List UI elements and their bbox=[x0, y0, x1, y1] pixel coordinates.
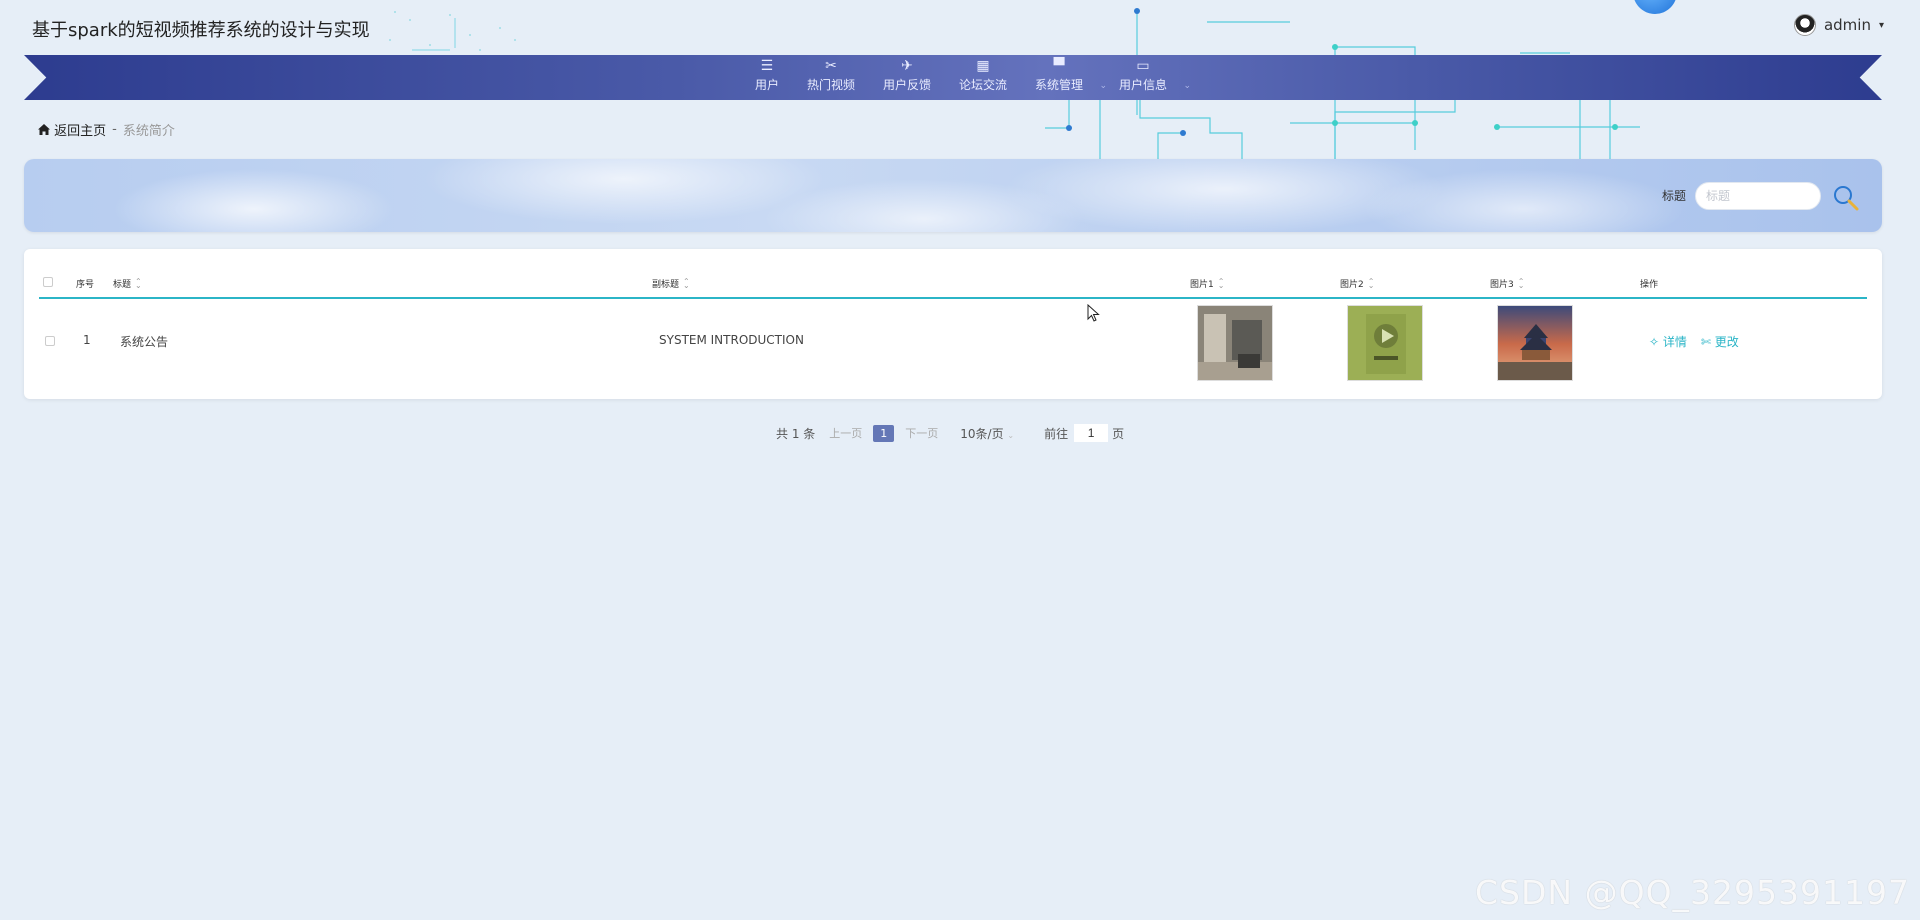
page-size-value: 10条/页 bbox=[960, 426, 1004, 441]
watermark: CSDN @QQ_3295391197 bbox=[1475, 873, 1910, 912]
search-button[interactable] bbox=[1832, 184, 1860, 212]
header-subtitle[interactable]: 副标题 ⌃ ⌄ bbox=[652, 277, 690, 290]
breadcrumb: 返回主页 - 系统简介 bbox=[38, 120, 175, 139]
nav-item-label: 热门视频 bbox=[806, 78, 855, 92]
table-row: 1 系统公告 SYSTEM INTRODUCTION ✧ 详情 ✄ 更改 bbox=[39, 301, 1867, 381]
edit-icon: ✄ bbox=[1700, 335, 1711, 349]
avatar bbox=[1793, 14, 1816, 36]
nav-item-forum[interactable]: ▦ 论坛交流 bbox=[945, 58, 1021, 93]
header-subtitle-label: 副标题 bbox=[652, 280, 680, 290]
nav-item-label: 系统管理 bbox=[1035, 78, 1084, 92]
card-icon: ▭ bbox=[1136, 58, 1150, 74]
magnifier-icon bbox=[1834, 186, 1859, 211]
header-image3[interactable]: 图片3 ⌃ ⌄ bbox=[1490, 277, 1524, 290]
header-actions-label: 操作 bbox=[1640, 280, 1659, 290]
row-actions: ✧ 详情 ✄ 更改 bbox=[1649, 333, 1739, 350]
grid-icon: ▦ bbox=[976, 58, 990, 74]
breadcrumb-home[interactable]: 返回主页 bbox=[38, 120, 106, 139]
search-input[interactable] bbox=[1695, 182, 1821, 210]
user-menu[interactable]: admin ▾ bbox=[1793, 14, 1884, 36]
top-nav: ☰ 用户 ✂ 热门视频 ✈ 用户反馈 ▦ 论坛交流 ▀ 系统管理 ⌄ ▭ 用户信… bbox=[0, 58, 1920, 93]
row-title: 系统公告 bbox=[120, 335, 169, 349]
nav-item-label: 用户 bbox=[754, 78, 779, 92]
page-number-1[interactable]: 1 bbox=[873, 424, 895, 442]
header-title-label: 标题 bbox=[113, 280, 132, 290]
sort-icon[interactable]: ⌃ ⌄ bbox=[1368, 277, 1375, 289]
next-page-button[interactable]: 下一页 bbox=[905, 425, 938, 441]
header-title[interactable]: 标题 ⌃ ⌄ bbox=[113, 277, 142, 290]
thumbnail-image-2[interactable] bbox=[1347, 305, 1423, 381]
pagination: 共 1 条 上一页 1 下一页 10条/页 ⌄ 前往 页 bbox=[776, 424, 1124, 442]
paper-plane-icon: ✈ bbox=[901, 58, 913, 74]
nav-item-user-info[interactable]: ▭ 用户信息 ⌄ bbox=[1105, 58, 1192, 93]
film-icon: ✂ bbox=[825, 58, 837, 74]
header-image2-label: 图片2 bbox=[1340, 280, 1364, 290]
nav-item-label: 用户信息 bbox=[1119, 78, 1168, 92]
nav-item-users[interactable]: ☰ 用户 bbox=[741, 58, 793, 93]
header-image1-label: 图片1 bbox=[1190, 280, 1214, 290]
header-index-label: 序号 bbox=[76, 280, 95, 290]
thumbnail-image-1[interactable] bbox=[1197, 305, 1273, 381]
chevron-down-icon: ⌄ bbox=[1007, 430, 1015, 440]
header-checkbox-cell bbox=[43, 277, 53, 287]
pagination-total: 共 1 条 bbox=[776, 426, 816, 441]
caret-down-icon: ▾ bbox=[1878, 19, 1884, 31]
detail-button[interactable]: ✧ 详情 bbox=[1649, 333, 1687, 350]
header-image1[interactable]: 图片1 ⌃ ⌄ bbox=[1190, 277, 1224, 290]
home-icon bbox=[38, 124, 50, 135]
floating-ball-decoration bbox=[1633, 0, 1677, 14]
select-all-checkbox[interactable] bbox=[43, 277, 53, 287]
nav-item-label: 论坛交流 bbox=[959, 78, 1008, 92]
edit-button[interactable]: ✄ 更改 bbox=[1701, 333, 1739, 350]
sort-icon[interactable]: ⌃ ⌄ bbox=[683, 277, 690, 289]
row-index: 1 bbox=[83, 333, 91, 347]
sort-icon[interactable]: ⌃ ⌄ bbox=[135, 277, 142, 289]
row-subtitle: SYSTEM INTRODUCTION bbox=[659, 333, 804, 347]
edit-label: 更改 bbox=[1714, 335, 1739, 349]
search-banner bbox=[24, 159, 1882, 232]
breadcrumb-current: 系统简介 bbox=[122, 124, 175, 139]
page-suffix: 页 bbox=[1112, 426, 1125, 441]
header-image3-label: 图片3 bbox=[1490, 280, 1514, 290]
thumbnail-image-3[interactable] bbox=[1497, 305, 1573, 381]
breadcrumb-separator: - bbox=[112, 122, 117, 137]
goto-label: 前往 bbox=[1044, 426, 1069, 441]
sort-icon[interactable]: ⌃ ⌄ bbox=[1518, 277, 1525, 289]
row-checkbox-cell bbox=[45, 335, 55, 349]
page-size-select[interactable]: 10条/页 ⌄ bbox=[960, 425, 1014, 442]
row-checkbox[interactable] bbox=[45, 336, 55, 346]
list-icon: ☰ bbox=[760, 58, 774, 74]
nav-item-label: 用户反馈 bbox=[882, 78, 931, 92]
detail-label: 详情 bbox=[1662, 335, 1687, 349]
header-index: 序号 bbox=[76, 277, 94, 290]
sort-icon[interactable]: ⌃ ⌄ bbox=[1218, 277, 1225, 289]
site-title: 基于spark的短视频推荐系统的设计与实现 bbox=[32, 20, 370, 41]
breadcrumb-home-label: 返回主页 bbox=[54, 124, 107, 139]
mouse-cursor-icon bbox=[1087, 304, 1100, 322]
nav-item-hot-videos[interactable]: ✂ 热门视频 bbox=[793, 58, 869, 93]
search-label: 标题 bbox=[1662, 189, 1687, 203]
header-actions: 操作 bbox=[1640, 277, 1658, 290]
prev-page-button[interactable]: 上一页 bbox=[829, 425, 862, 441]
nav-item-system-management[interactable]: ▀ 系统管理 ⌄ bbox=[1021, 58, 1107, 93]
chevron-down-icon: ⌄ bbox=[1183, 81, 1192, 91]
table-header: 序号 标题 ⌃ ⌄ 副标题 ⌃ ⌄ 图片1 ⌃ ⌄ 图片2 ⌃ ⌄ 图片3 ⌃ ⌄ 操作 bbox=[39, 266, 1867, 299]
table-card: 序号 标题 ⌃ ⌄ 副标题 ⌃ ⌄ 图片1 ⌃ ⌄ 图片2 ⌃ ⌄ 图片3 ⌃ ⌄ 操作 1 系统公… bbox=[24, 249, 1882, 399]
detail-icon: ✧ bbox=[1649, 335, 1660, 349]
goto-page-input[interactable] bbox=[1074, 424, 1109, 442]
nav-item-feedback[interactable]: ✈ 用户反馈 bbox=[869, 58, 945, 93]
monitor-icon: ▀ bbox=[1053, 58, 1065, 74]
header-image2[interactable]: 图片2 ⌃ ⌄ bbox=[1340, 277, 1374, 290]
user-name: admin bbox=[1823, 16, 1871, 34]
